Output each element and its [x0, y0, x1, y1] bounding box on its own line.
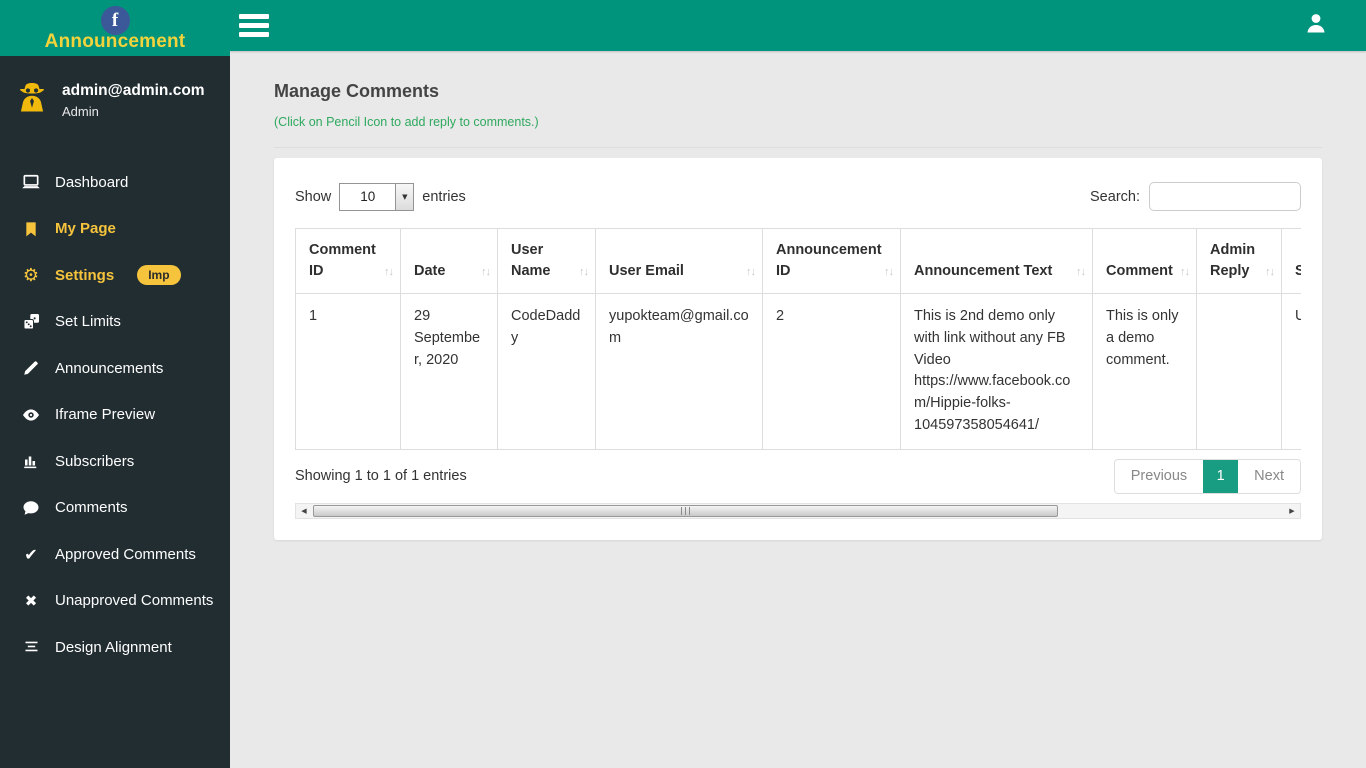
current-page-button[interactable]: 1	[1203, 459, 1239, 493]
column-header-user-email[interactable]: User Email ↑↓	[595, 228, 763, 294]
sidebar-item-unapproved-comments[interactable]: ✖ Unapproved Comments	[0, 578, 230, 625]
scroll-left-arrow-icon[interactable]: ◀	[296, 504, 312, 518]
facebook-letter: f	[111, 9, 119, 31]
sort-icon[interactable]: ↑↓	[1180, 265, 1190, 281]
check-icon: ✔	[24, 544, 38, 564]
sort-icon[interactable]: ↑↓	[1076, 265, 1086, 281]
next-page-button[interactable]: Next	[1238, 459, 1300, 493]
cell-user-name: CodeDaddy	[497, 293, 596, 450]
sidebar-item-label: My Page	[55, 220, 116, 238]
sidebar-item-label: Design Alignment	[55, 638, 172, 656]
sidebar-item-set-limits[interactable]: Set Limits	[0, 299, 230, 346]
cell-announcement-text: This is 2nd demo only with link without …	[900, 293, 1093, 450]
sort-icon[interactable]: ↑↓	[746, 265, 756, 281]
pencil-icon	[20, 359, 42, 377]
user-role: Admin	[62, 104, 99, 119]
cell-comment: This is only a demo comment.	[1092, 293, 1197, 450]
gear-icon: ⚙	[22, 264, 40, 286]
cell-comment-id: 1	[295, 293, 401, 450]
search-label: Search:	[1090, 188, 1140, 205]
sidebar-item-label: Comments	[55, 499, 128, 517]
sidebar-item-label: Unapproved Comments	[55, 592, 214, 610]
imp-badge: Imp	[137, 265, 181, 286]
chevron-down-icon: ▼	[395, 183, 414, 210]
sidebar-item-settings[interactable]: ⚙ Settings Imp	[0, 252, 230, 299]
cell-announcement-id: 2	[762, 293, 901, 450]
sort-icon[interactable]: ↑↓	[384, 265, 394, 281]
dice-icon	[20, 312, 42, 331]
previous-page-button[interactable]: Previous	[1114, 459, 1204, 493]
user-email: admin@admin.com	[62, 82, 205, 99]
sidebar-item-my-page[interactable]: My Page	[0, 206, 230, 253]
topbar	[230, 0, 1366, 51]
column-header-comment[interactable]: Comment ↑↓	[1092, 228, 1197, 294]
sidebar-item-design-alignment[interactable]: Design Alignment	[0, 624, 230, 671]
sidebar-item-subscribers[interactable]: Subscribers	[0, 438, 230, 485]
column-header-announcement-text[interactable]: Announcement Text ↑↓	[900, 228, 1093, 294]
sidebar-item-dashboard[interactable]: Dashboard	[0, 159, 230, 206]
cell-user-email: yupokteam@gmail.com	[595, 293, 763, 450]
search-input[interactable]	[1149, 182, 1301, 211]
sort-icon[interactable]: ↑↓	[579, 265, 589, 281]
align-icon	[20, 639, 42, 655]
page-length-value: 10	[360, 189, 376, 204]
page-length-select[interactable]: 10 ▼	[339, 182, 415, 211]
sidebar-item-announcements[interactable]: Announcements	[0, 345, 230, 392]
cell-date: 29 September, 2020	[400, 293, 498, 450]
user-panel: admin@admin.com Admin	[0, 56, 230, 141]
table-header-row: Comment ID ↑↓ Date ↑↓ User Name ↑↓ User Ema…	[295, 228, 1301, 294]
sidebar-item-iframe-preview[interactable]: Iframe Preview	[0, 392, 230, 439]
pagination: Previous 1 Next	[1113, 458, 1301, 494]
cross-icon: ✖	[24, 591, 38, 610]
scroll-right-arrow-icon[interactable]: ▶	[1284, 504, 1300, 518]
comment-icon	[20, 499, 42, 517]
show-label: Show	[295, 188, 332, 205]
page-title: Manage Comments	[274, 81, 440, 101]
comments-table-card: Show 10 ▼ entries Search: Comment ID ↑↓ …	[274, 158, 1322, 540]
scrollbar-thumb[interactable]	[313, 504, 1058, 517]
column-header-announcement-id[interactable]: Announcement ID ↑↓	[762, 228, 901, 294]
user-secret-icon	[14, 80, 50, 121]
sidebar-item-label: Subscribers	[55, 452, 135, 470]
eye-icon	[20, 407, 42, 423]
sidebar-item-label: Approved Comments	[55, 545, 196, 563]
bar-chart-icon	[20, 452, 42, 470]
sort-icon[interactable]: ↑↓	[884, 265, 894, 281]
horizontal-scrollbar[interactable]: ◀ ▶	[295, 502, 1301, 519]
sort-icon[interactable]: ↑↓	[481, 265, 491, 281]
sidebar-item-label: Settings	[55, 266, 115, 284]
sidebar-item-comments[interactable]: Comments	[0, 485, 230, 532]
user-account-icon[interactable]	[1304, 11, 1328, 40]
sort-icon[interactable]: ↑↓	[1265, 265, 1275, 281]
page-note: (Click on Pencil Icon to add reply to co…	[274, 115, 539, 129]
app-title: Announcement	[44, 31, 186, 52]
content-area: Manage Comments (Click on Pencil Icon to…	[230, 0, 1366, 540]
sidebar-item-label: Iframe Preview	[55, 406, 156, 424]
sidebar-item-label: Announcements	[55, 359, 164, 377]
entries-label: entries	[422, 188, 466, 205]
table-info: Showing 1 to 1 of 1 entries	[295, 468, 467, 484]
sidebar-item-label: Set Limits	[55, 313, 121, 331]
laptop-icon	[20, 172, 42, 192]
sidebar-item-label: Dashboard	[55, 173, 129, 191]
column-header-user-name[interactable]: User Name ↑↓	[497, 228, 596, 294]
cell-status: U	[1281, 293, 1301, 450]
scrollbar-grip	[680, 506, 691, 515]
content-divider	[274, 147, 1322, 148]
hamburger-menu-icon[interactable]	[239, 10, 273, 41]
column-header-status[interactable]: S	[1281, 228, 1301, 294]
table-scroll-region: Comment ID ↑↓ Date ↑↓ User Name ↑↓ User Ema…	[295, 228, 1301, 450]
bookmark-icon	[20, 220, 42, 238]
column-header-comment-id[interactable]: Comment ID ↑↓	[295, 228, 401, 294]
comments-table: Comment ID ↑↓ Date ↑↓ User Name ↑↓ User Ema…	[295, 228, 1301, 450]
sidebar: f Announcement admin@admin.com Admin Das…	[0, 0, 230, 768]
sidebar-menu: Dashboard My Page ⚙ Settings Imp Set Lim…	[0, 159, 230, 671]
column-header-date[interactable]: Date ↑↓	[400, 228, 498, 294]
table-row: 1 29 September, 2020 CodeDaddy yupokteam…	[295, 293, 1301, 450]
cell-admin-reply	[1196, 293, 1282, 450]
sidebar-item-approved-comments[interactable]: ✔ Approved Comments	[0, 531, 230, 578]
column-header-admin-reply[interactable]: Admin Reply ↑↓	[1196, 228, 1282, 294]
brand-header: f Announcement	[0, 0, 230, 56]
